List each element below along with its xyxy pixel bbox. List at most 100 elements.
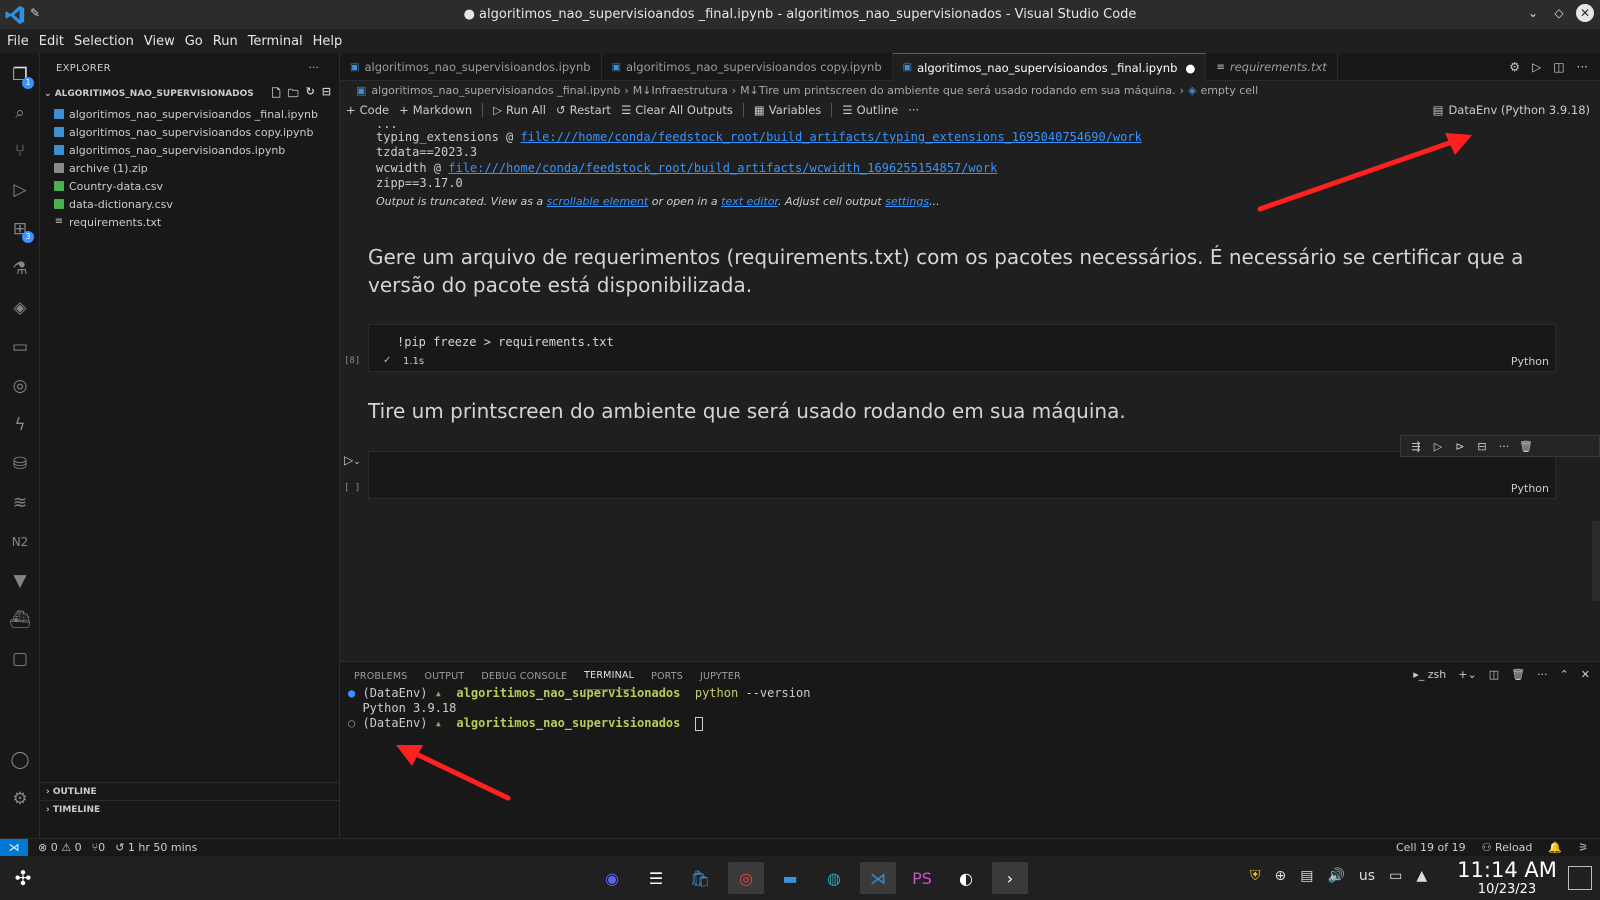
- volume-icon[interactable]: 🔊: [1327, 868, 1344, 884]
- minimize-button[interactable]: ⌄: [1524, 4, 1542, 22]
- explorer-more-icon[interactable]: ···: [309, 63, 319, 74]
- app-icon[interactable]: ◐: [948, 862, 984, 894]
- gitkraken-icon[interactable]: ◍: [816, 862, 852, 894]
- shield-icon[interactable]: ⛨: [1250, 868, 1261, 884]
- more-actions-icon[interactable]: ···: [1577, 60, 1588, 74]
- run-all-button[interactable]: ▷ Run All: [493, 103, 546, 117]
- tab-notebook[interactable]: ▣ algoritimos_nao_supervisioandos.ipynb: [340, 53, 602, 81]
- empty-code-cell[interactable]: Python: [368, 451, 1556, 499]
- chrome-icon[interactable]: ◎: [728, 862, 764, 894]
- breadcrumb-item[interactable]: M↓Tire um printscreen do ambiente que se…: [740, 84, 1175, 97]
- file-item[interactable]: algoritimos_nao_supervisioandos _final.i…: [40, 105, 339, 123]
- markdown-cell[interactable]: Tire um printscreen do ambiente que será…: [368, 397, 1126, 425]
- timer-status[interactable]: ↺ 1 hr 50 mins: [115, 841, 197, 854]
- extensions-icon[interactable]: ⊞ 3: [6, 215, 34, 243]
- file-item[interactable]: algoritimos_nao_supervisioandos copy.ipy…: [40, 123, 339, 141]
- remote-explorer-icon[interactable]: ▢: [6, 645, 34, 673]
- new-folder-icon[interactable]: 🗀: [288, 85, 299, 104]
- notification-bell-icon[interactable]: 🔔: [1548, 841, 1562, 854]
- output-link[interactable]: file:///home/conda/feedstock_root/build_…: [521, 130, 1142, 144]
- outline-section[interactable]: › OUTLINE: [40, 782, 340, 800]
- clipboard-icon[interactable]: ▤: [1300, 868, 1313, 884]
- system-settings-icon[interactable]: ☰: [638, 862, 674, 894]
- git-graph-icon[interactable]: ◎: [6, 372, 34, 400]
- settings-gear-icon[interactable]: ⚙: [6, 785, 34, 813]
- layers-icon[interactable]: ≋: [6, 489, 34, 517]
- new-terminal-icon[interactable]: +⌄: [1458, 668, 1476, 681]
- tab-notebook-final[interactable]: ▣ algoritimos_nao_supervisioandos _final.…: [892, 53, 1207, 81]
- run-icon[interactable]: ▷: [1532, 60, 1541, 74]
- reload-status[interactable]: ⚇ Reload: [1482, 841, 1533, 854]
- new-file-icon[interactable]: 🗋: [272, 85, 281, 104]
- collapse-icon[interactable]: ⊟: [322, 85, 331, 104]
- breadcrumb-item[interactable]: algoritimos_nao_supervisioandos _final.i…: [371, 84, 620, 97]
- maximize-panel-icon[interactable]: ⌃: [1560, 668, 1569, 681]
- tab-requirements[interactable]: ≡ requirements.txt: [1206, 53, 1338, 81]
- update-icon[interactable]: ⊕: [1275, 868, 1287, 884]
- menu-selection[interactable]: Selection: [69, 34, 139, 49]
- file-item[interactable]: archive (1).zip: [40, 159, 339, 177]
- split-terminal-icon[interactable]: ◫: [1489, 668, 1499, 681]
- run-by-line-icon[interactable]: ⇶: [1405, 440, 1427, 453]
- keyboard-layout[interactable]: us: [1359, 868, 1375, 884]
- pin-icon[interactable]: ✎: [30, 6, 40, 20]
- show-desktop-button[interactable]: [1568, 866, 1592, 890]
- menu-view[interactable]: View: [139, 34, 180, 49]
- cell-language[interactable]: Python: [1511, 482, 1549, 495]
- markdown-cell[interactable]: Gere um arquivo de requerimentos (requir…: [368, 243, 1568, 299]
- file-item[interactable]: algoritimos_nao_supervisioandos.ipynb: [40, 141, 339, 159]
- testing-icon[interactable]: ⚗: [6, 255, 34, 283]
- explorer-icon[interactable]: ❐ 1: [6, 61, 34, 89]
- add-code-button[interactable]: + Code: [346, 103, 389, 117]
- docker-icon[interactable]: ⛴: [6, 606, 34, 634]
- tray-expand-icon[interactable]: ▲: [1416, 868, 1427, 884]
- delete-cell-icon[interactable]: 🗑: [1515, 440, 1537, 453]
- split-cell-icon[interactable]: ⊟: [1471, 440, 1493, 453]
- kernel-picker[interactable]: ▤ DataEnv (Python 3.9.18): [1433, 103, 1590, 117]
- output-link[interactable]: file:///home/conda/feedstock_root/build_…: [448, 161, 997, 175]
- run-debug-icon[interactable]: ▷: [6, 176, 34, 204]
- cell-position[interactable]: Cell 19 of 19: [1396, 841, 1466, 854]
- discord-icon[interactable]: ◉: [594, 862, 630, 894]
- clear-outputs-button[interactable]: ☰ Clear All Outputs: [621, 103, 733, 117]
- database-icon[interactable]: ⛁: [6, 450, 34, 478]
- panel-more-icon[interactable]: ···: [1537, 668, 1548, 681]
- menu-terminal[interactable]: Terminal: [243, 34, 308, 49]
- network-icon[interactable]: ▭: [1389, 868, 1402, 884]
- close-window-button[interactable]: ✕: [1576, 4, 1594, 22]
- breadcrumb-item[interactable]: empty cell: [1200, 84, 1258, 97]
- menu-run[interactable]: Run: [208, 34, 243, 49]
- terminal-line[interactable]: ○ (DataEnv) ▴ algoritimos_nao_supervisio…: [348, 716, 703, 731]
- toolbar-more-button[interactable]: ···: [908, 103, 919, 117]
- clock[interactable]: 11:14 AM 10/23/23: [1454, 858, 1560, 897]
- breadcrumb-item[interactable]: M↓Infraestrutura: [633, 84, 728, 97]
- maximize-button[interactable]: ◇: [1550, 4, 1568, 22]
- python-icon[interactable]: ◈: [6, 294, 34, 322]
- workspace-folder[interactable]: ⌄ ALGORITIMOS_NAO_SUPERVISIONADOS 🗋 🗀 ↻ …: [40, 83, 339, 105]
- variables-button[interactable]: ▦ Variables: [754, 103, 821, 117]
- menu-help[interactable]: Help: [308, 34, 348, 49]
- broadcast-icon[interactable]: ⚞: [1578, 841, 1588, 854]
- run-cell-button[interactable]: ▷⌄: [344, 453, 361, 467]
- menu-file[interactable]: File: [2, 34, 34, 49]
- file-item[interactable]: ≡ requirements.txt: [40, 213, 339, 231]
- ports-status[interactable]: ⑂0: [92, 841, 106, 854]
- terraform-icon[interactable]: ▼: [6, 567, 34, 595]
- account-icon[interactable]: ◯: [6, 746, 34, 774]
- scrollbar[interactable]: [1592, 521, 1600, 601]
- folder-icon[interactable]: ▭: [6, 333, 34, 361]
- terminal-app-icon[interactable]: ›: [992, 862, 1028, 894]
- scrollable-element-link[interactable]: scrollable element: [547, 195, 649, 208]
- source-control-icon[interactable]: ⑂: [6, 137, 34, 165]
- store-icon[interactable]: 🛍: [682, 862, 718, 894]
- vscode-taskbar-icon[interactable]: ⋊: [860, 862, 896, 894]
- remote-icon[interactable]: ⋊: [0, 838, 28, 857]
- add-markdown-button[interactable]: + Markdown: [399, 103, 472, 117]
- unsaved-dot-icon[interactable]: ●: [1185, 61, 1195, 75]
- menu-go[interactable]: Go: [180, 34, 208, 49]
- search-icon[interactable]: ⌕: [6, 99, 34, 127]
- app-launcher-icon[interactable]: ✣: [10, 866, 36, 892]
- cell-more-icon[interactable]: ···: [1493, 440, 1515, 453]
- thunder-client-icon[interactable]: ϟ: [6, 411, 34, 439]
- cell-code[interactable]: !pip freeze > requirements.txt: [397, 335, 614, 349]
